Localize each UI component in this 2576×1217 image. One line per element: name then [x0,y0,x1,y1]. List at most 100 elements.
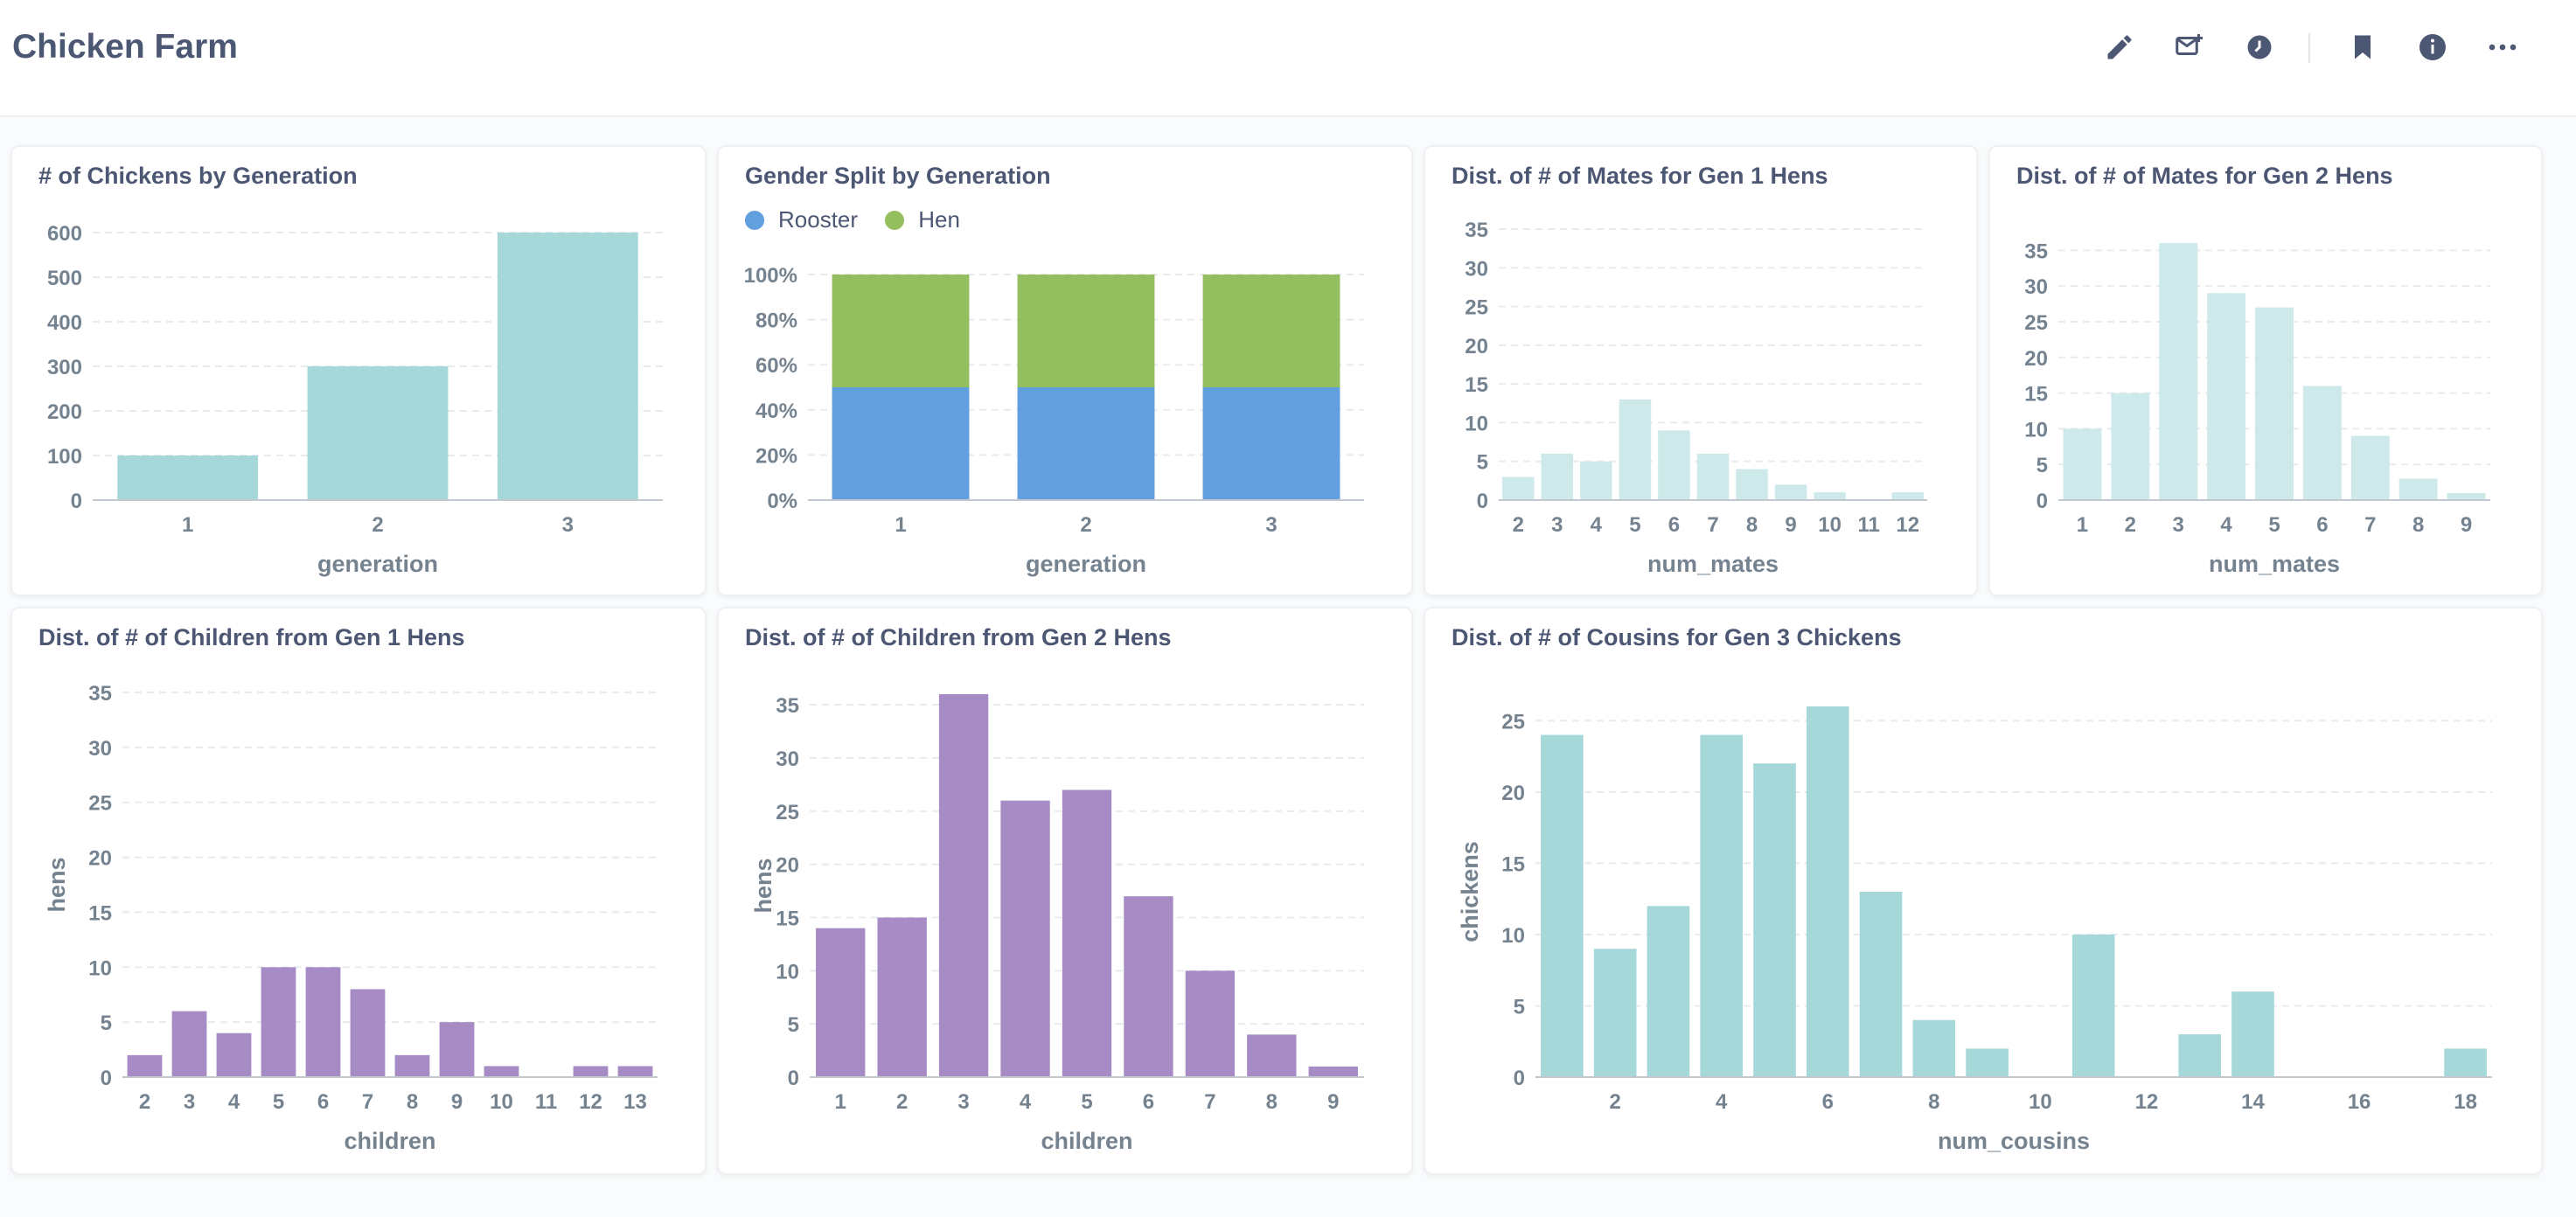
bar [497,233,638,500]
y-tick-label: 0 [101,1067,112,1090]
y-tick-label: 5 [1477,451,1488,475]
bar [2302,386,2342,500]
bar-segment [1017,387,1155,500]
x-tick-label: 9 [2461,513,2472,537]
card-cousins-gen3[interactable]: 0 5 10 15 20 25 2 4 6 8 10 12 14 16 18 num_cousins chick… [1424,607,2543,1175]
x-axis-label: num_mates [2209,551,2340,577]
y-tick-label: 200 [47,400,82,424]
y-tick-label: 100 [47,445,82,469]
chart-title: Dist. of # of Mates for Gen 2 Hens [2016,163,2393,189]
y-tick-label: 25 [1465,296,1488,320]
bar [1647,906,1690,1077]
x-tick-label: 13 [623,1090,647,1114]
y-tick-label: 80% [755,309,797,333]
card-gender-split[interactable]: 0% 20% 40% 60% 80% 100% 1 2 3 generation Gender S… [717,145,1413,596]
bar [2350,435,2390,500]
x-tick-label: 12 [2135,1090,2159,1114]
card-mates-gen1[interactable]: 0 5 10 15 20 25 30 35 2 3 4 5 6 7 8 9 10 11 12 num_mates Di… [1424,145,1978,596]
x-tick-label: 2 [372,513,383,537]
y-tick-label: 30 [1465,257,1488,281]
x-tick-label: 4 [1716,1090,1728,1114]
y-tick-label: 10 [88,956,112,980]
y-tick-label: 30 [776,748,799,771]
bar-segment [1202,275,1340,387]
bar [1774,484,1807,500]
y-tick-label: 0 [1477,490,1488,513]
x-tick-label: 2 [139,1090,150,1114]
y-tick-label: 20 [1465,335,1488,358]
x-tick-label: 7 [2364,513,2376,537]
y-tick-label: 0 [2036,490,2048,513]
x-tick-label: 6 [2316,513,2328,537]
y-tick-label: 30 [2024,275,2048,299]
y-tick-label: 5 [101,1012,112,1035]
bar [1580,461,1612,500]
chart-title: Dist. of # of Children from Gen 2 Hens [745,624,1172,650]
subscribe-icon[interactable] [2165,23,2214,72]
bookmark-icon[interactable] [2338,23,2387,72]
chart-mates-gen1: 0 5 10 15 20 25 30 35 2 3 4 5 6 7 8 9 10 11 12 num_mates [1465,219,1927,577]
y-axis-label: hens [750,858,776,913]
info-icon[interactable] [2408,23,2457,72]
bar [2063,428,2102,500]
bar [2159,243,2198,500]
chart-children-gen2: 0 5 10 15 20 25 30 35 1 2 3 4 5 6 7 8 9 children hens [750,694,1364,1154]
y-tick-label: 0 [1514,1067,1525,1090]
y-tick-label: 25 [2024,311,2048,335]
chart-title: Dist. of # of Mates for Gen 1 Hens [1452,163,1828,189]
x-tick-label: 1 [895,513,906,537]
edit-icon[interactable] [2095,23,2144,72]
x-tick-label: 3 [2173,513,2184,537]
x-tick-label: 6 [1668,513,1680,537]
y-tick-label: 15 [1501,852,1525,876]
bar [2071,934,2115,1077]
toolbar [2095,23,2550,72]
x-tick-label: 12 [1896,513,1919,537]
x-tick-label: 2 [1513,513,1524,537]
bar [1736,469,1768,500]
x-tick-label: 9 [1327,1090,1339,1114]
x-axis-label: num_mates [1647,551,1779,577]
bar [2447,492,2486,500]
legend-label-hen: Hen [918,206,960,233]
x-tick-label: 3 [184,1090,195,1114]
x-tick-label: 8 [1266,1090,1278,1114]
x-tick-label: 3 [1551,513,1563,537]
legend-item-hen[interactable]: Hen [885,206,960,233]
x-axis-label: num_cousins [1938,1128,2090,1154]
x-tick-label: 3 [957,1090,969,1114]
legend: Rooster Hen [745,206,981,236]
bar [1966,1048,2009,1077]
card-mates-gen2[interactable]: 0 5 10 15 20 25 30 35 1 2 3 4 5 6 7 8 9 num_mates Dist. o… [1988,145,2543,596]
bar [2178,1034,2222,1077]
x-tick-label: 4 [2220,513,2232,537]
y-tick-label: 20% [755,444,797,468]
bar [2231,991,2274,1077]
y-tick-label: 600 [47,222,82,246]
more-icon[interactable] [2478,23,2527,72]
y-tick-label: 0 [71,490,82,513]
bar [1696,453,1730,500]
bar [816,928,866,1077]
x-tick-label: 4 [228,1090,240,1114]
bar [1814,492,1846,500]
x-axis-label: generation [317,551,438,577]
y-axis-label: hens [44,857,70,912]
x-tick-label: 7 [1707,513,1718,537]
card-children-gen2[interactable]: 0 5 10 15 20 25 30 35 1 2 3 4 5 6 7 8 9 children hens Dist… [717,607,1413,1175]
x-tick-label: 3 [562,513,574,537]
x-tick-label: 5 [1629,513,1640,537]
chart-title: Dist. of # of Cousins for Gen 3 Chickens [1452,624,1902,650]
y-tick-label: 20 [2024,347,2048,371]
y-tick-label: 300 [47,356,82,379]
bar [1806,706,1849,1077]
card-children-gen1[interactable]: 0 5 10 15 20 25 30 35 2 3 4 5 6 7 8 9 10 11 12 13 children he… [10,607,707,1175]
history-icon[interactable] [2235,23,2284,72]
card-chickens-by-generation[interactable]: 0 100 200 300 400 500 600 1 2 3 generation # of Ch… [10,145,707,596]
y-tick-label: 15 [88,901,112,925]
bar-segment [832,275,970,387]
x-tick-label: 7 [1204,1090,1215,1114]
bar-segment [832,387,970,500]
legend-item-rooster[interactable]: Rooster [745,206,858,233]
y-tick-label: 20 [88,847,112,871]
